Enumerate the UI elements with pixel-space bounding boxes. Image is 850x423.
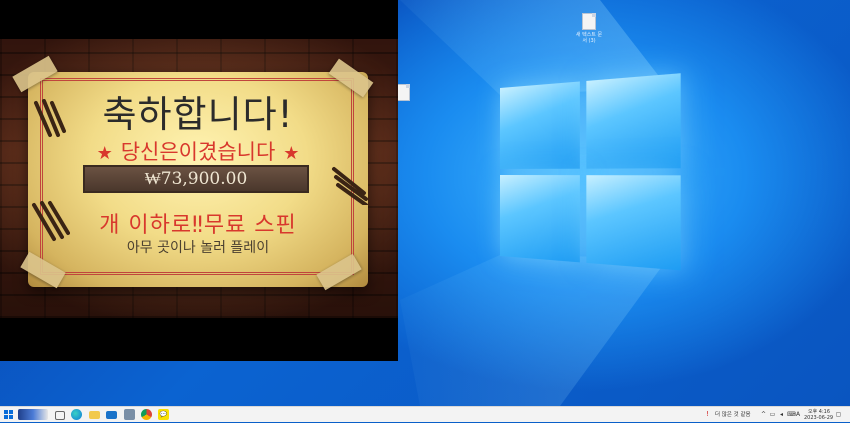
mail-icon[interactable] bbox=[106, 411, 117, 419]
clock-time[interactable]: 오후 4:16 bbox=[808, 408, 830, 415]
win-notice-paper: 축하합니다! ★ 당신은이겼습니다 ★ ₩73,900.00 개 이하로‼무료 스핀… bbox=[28, 72, 368, 287]
video-player-window[interactable]: 축하합니다! ★ 당신은이겼습니다 ★ ₩73,900.00 개 이하로‼무료 스핀… bbox=[0, 0, 398, 361]
claw-marks-right bbox=[330, 159, 370, 205]
ime-indicator[interactable]: A bbox=[796, 411, 800, 418]
game-scene: 축하합니다! ★ 당신은이겼습니다 ★ ₩73,900.00 개 이하로‼무료 스핀… bbox=[0, 39, 398, 318]
notification-alert-icon[interactable]: ! bbox=[706, 410, 709, 418]
free-spins-text: 개 이하로‼무료 스핀 bbox=[28, 207, 368, 239]
congrats-heading: 축하합니다! bbox=[28, 84, 368, 138]
notification-center-icon[interactable]: ▢ bbox=[835, 411, 842, 418]
kakaotalk-icon[interactable]: 💬 bbox=[158, 409, 169, 420]
windows-logo-graphic bbox=[500, 73, 683, 273]
you-won-row: ★ 당신은이겼습니다 ★ bbox=[28, 136, 368, 166]
taskbar: 💬 ! 더 많은 것 같음 ^ ▭ ◂ ⌨ A 오후 4:16 2023-06-… bbox=[0, 406, 850, 422]
network-icon[interactable]: ▭ bbox=[769, 411, 776, 418]
speaker-icon[interactable]: ◂ bbox=[778, 411, 785, 418]
notification-text[interactable]: 더 많은 것 같음 bbox=[715, 410, 751, 418]
play-anywhere-text: 아무 곳이나 놀러 플레이 bbox=[28, 237, 368, 257]
clock-date[interactable]: 2023-06-29 bbox=[804, 415, 833, 421]
store-icon[interactable] bbox=[124, 409, 135, 420]
win-amount: ₩73,900.00 bbox=[83, 165, 309, 193]
windows-start-icon[interactable] bbox=[4, 409, 14, 420]
desktop-file-icon[interactable]: 새 텍스트 문서 (3) bbox=[574, 13, 604, 44]
edge-icon[interactable] bbox=[71, 409, 82, 420]
chevron-up-icon[interactable]: ^ bbox=[760, 411, 767, 418]
file-icon bbox=[582, 13, 596, 30]
chrome-icon[interactable] bbox=[141, 409, 152, 420]
file-explorer-icon[interactable] bbox=[89, 411, 100, 419]
you-won-text: 당신은이겼습니다 bbox=[121, 140, 276, 164]
file-icon bbox=[396, 84, 410, 101]
claw-marks-left-top bbox=[30, 99, 70, 145]
pinned-app-soccer-icon[interactable] bbox=[18, 409, 48, 420]
claw-marks-left-bottom bbox=[30, 199, 70, 245]
task-view-icon[interactable] bbox=[55, 411, 65, 420]
desktop-file-label: 새 텍스트 문서 (3) bbox=[574, 32, 604, 44]
star-icon: ★ bbox=[97, 143, 113, 164]
star-icon: ★ bbox=[283, 143, 299, 164]
keyboard-icon[interactable]: ⌨ bbox=[787, 411, 794, 418]
